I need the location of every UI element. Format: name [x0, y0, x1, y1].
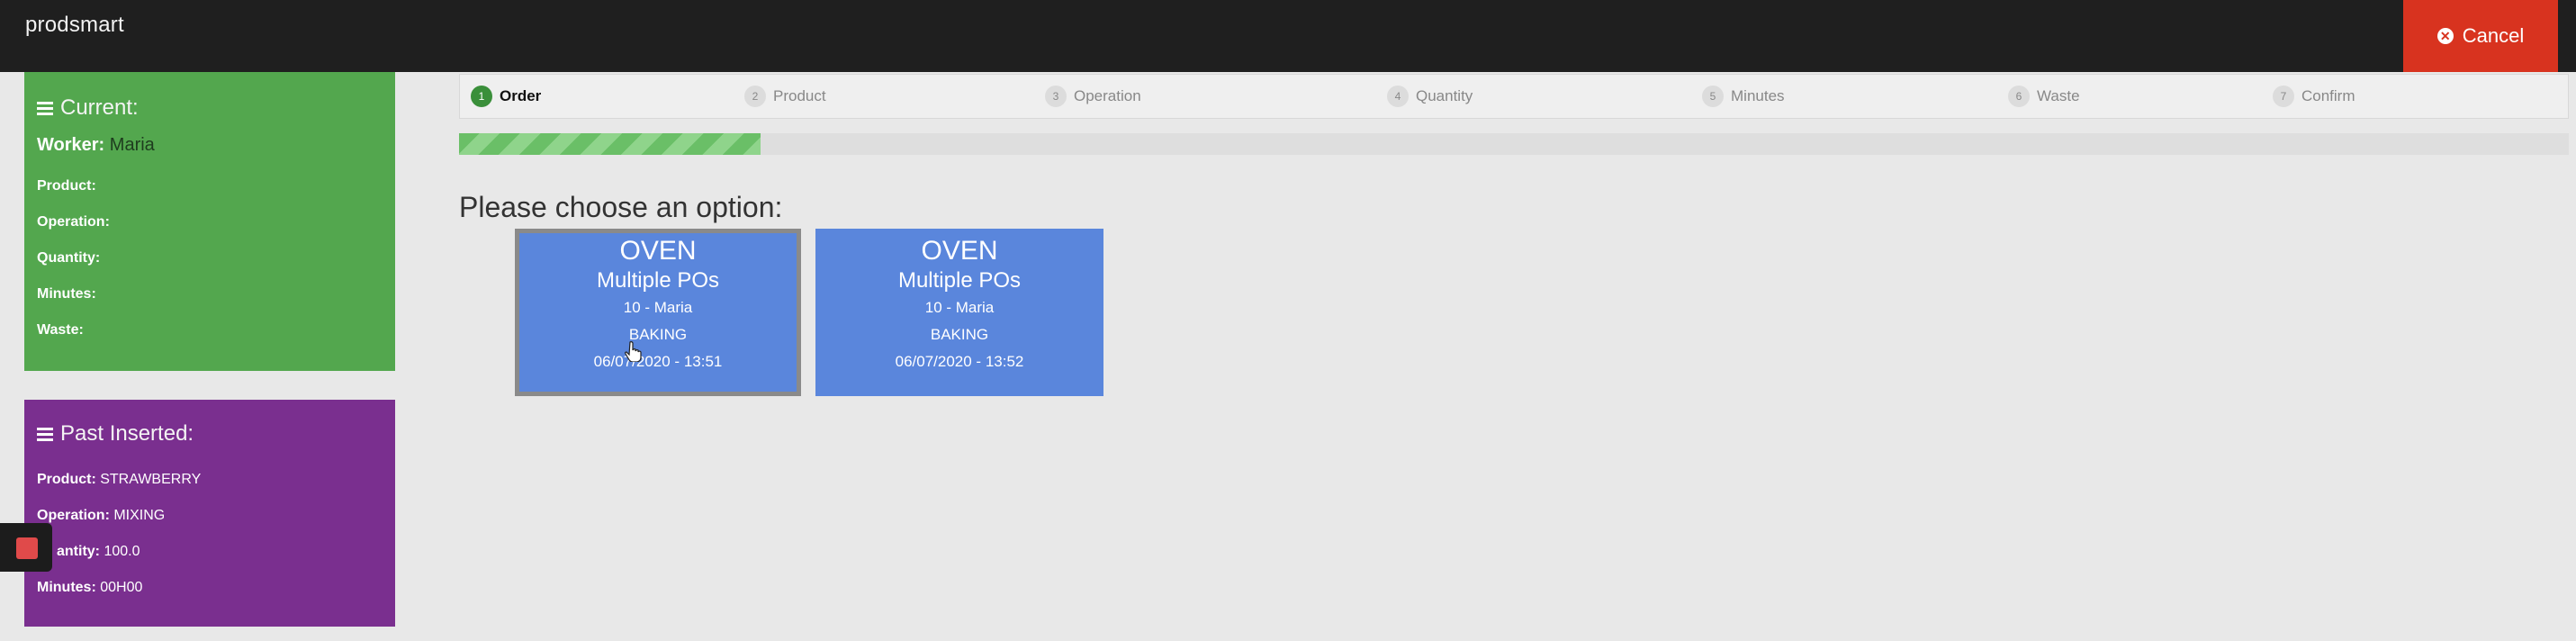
option-worker: 10 - Maria — [924, 299, 995, 316]
hand-cursor-icon — [625, 341, 642, 362]
step-label: Order — [500, 87, 542, 104]
step-number: 3 — [1045, 86, 1067, 107]
step-confirm[interactable]: 7 Confirm — [2273, 86, 2355, 107]
step-waste[interactable]: 6 Waste — [2008, 86, 2080, 107]
step-number: 2 — [744, 86, 766, 107]
option-operation: BAKING — [930, 326, 989, 343]
step-number: 6 — [2008, 86, 2030, 107]
past-panel-title: Past Inserted: — [37, 421, 194, 447]
step-product[interactable]: 2 Product — [744, 86, 826, 107]
step-operation[interactable]: 3 Operation — [1045, 86, 1141, 107]
option-datetime: 06/07/2020 - 13:51 — [593, 353, 723, 370]
current-product-label: Product: — [37, 178, 96, 194]
step-number: 5 — [1702, 86, 1724, 107]
current-quantity-label: Quantity: — [37, 250, 101, 266]
step-label: Confirm — [2301, 87, 2355, 104]
option-operation: BAKING — [628, 326, 688, 343]
past-title-text: Past Inserted: — [60, 421, 194, 446]
step-number: 7 — [2273, 86, 2294, 107]
option-worker: 10 - Maria — [623, 299, 693, 316]
option-datetime: 06/07/2020 - 13:52 — [895, 353, 1024, 370]
option-po: Multiple POs — [897, 268, 1022, 293]
step-label: Operation — [1074, 87, 1141, 104]
cancel-button[interactable]: ✕ Cancel — [2403, 0, 2558, 72]
current-title-text: Current: — [60, 95, 139, 120]
worker-label: Worker: — [37, 135, 105, 155]
menu-icon — [37, 427, 55, 441]
step-number: 1 — [471, 86, 492, 107]
step-minutes[interactable]: 5 Minutes — [1702, 86, 1785, 107]
menu-icon — [37, 101, 55, 115]
cancel-label: Cancel — [2462, 24, 2525, 47]
current-panel: Current: Worker: Maria Product: Operatio… — [24, 72, 395, 371]
step-quantity[interactable]: 4 Quantity — [1387, 86, 1473, 107]
past-quantity-row: antity: 100.0 — [57, 544, 140, 559]
current-minutes-label: Minutes: — [37, 286, 96, 302]
step-order[interactable]: 1 Order — [471, 86, 541, 107]
wizard-steps: 1 Order 2 Product 3 Operation 4 Quantity… — [459, 74, 2569, 119]
option-machine: OVEN — [921, 236, 998, 266]
close-circle-icon: ✕ — [2436, 28, 2454, 44]
worker-row: Worker: Maria — [37, 135, 155, 156]
option-machine: OVEN — [619, 236, 697, 266]
stop-record-icon[interactable] — [16, 537, 38, 559]
step-label: Product — [773, 87, 826, 104]
current-waste-label: Waste: — [37, 322, 84, 338]
prompt-text: Please choose an option: — [459, 191, 783, 223]
past-operation-row: Operation: MIXING — [37, 508, 166, 523]
step-label: Waste — [2037, 87, 2080, 104]
step-number: 4 — [1387, 86, 1409, 107]
progress-fill — [459, 133, 761, 155]
current-operation-label: Operation: — [37, 214, 110, 230]
step-label: Quantity — [1416, 87, 1473, 104]
top-bar: prodsmart ✕ Cancel — [0, 0, 2576, 72]
past-minutes-row: Minutes: 00H00 — [37, 580, 143, 595]
option-po: Multiple POs — [596, 268, 720, 293]
record-widget[interactable] — [0, 523, 52, 572]
step-label: Minutes — [1731, 87, 1785, 104]
past-product-row: Product: STRAWBERRY — [37, 472, 202, 487]
past-inserted-panel: Past Inserted: Product: STRAWBERRY Opera… — [24, 400, 395, 627]
option-card[interactable]: OVEN Multiple POs 10 - Maria BAKING 06/0… — [815, 229, 1103, 396]
progress-bar — [459, 133, 2569, 155]
option-card[interactable]: OVEN Multiple POs 10 - Maria BAKING 06/0… — [515, 229, 801, 396]
brand-logo: prodsmart — [25, 13, 124, 37]
current-panel-title: Current: — [37, 95, 139, 121]
worker-value: Maria — [109, 135, 155, 155]
